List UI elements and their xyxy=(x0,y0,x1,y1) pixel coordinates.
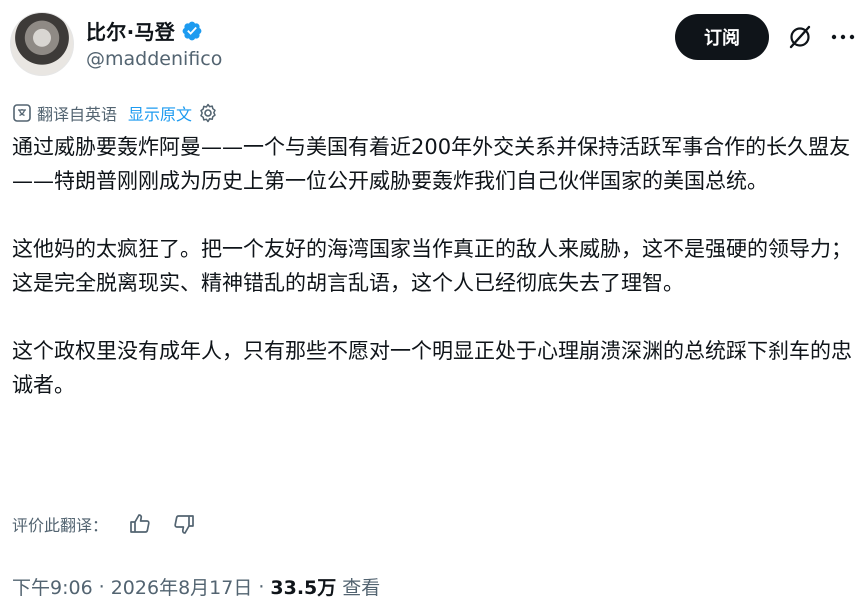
post-paragraph: 通过威胁要轰炸阿曼——一个与美国有着近200年外交关系并保持活跃军事合作的长久盟… xyxy=(12,135,851,193)
translation-notice-text: 翻译自英语 xyxy=(37,105,118,124)
views-label: 查看 xyxy=(342,577,381,599)
author-handle[interactable]: @maddenifico xyxy=(86,48,222,70)
author-display-name[interactable]: 比尔·马登 xyxy=(86,16,175,45)
post-date[interactable]: 2026年8月17日 xyxy=(111,573,253,600)
settings-icon[interactable] xyxy=(197,102,219,124)
rate-translation-label: 评价此翻译： xyxy=(12,516,109,535)
post-time[interactable]: 下午9:06 xyxy=(12,573,93,600)
verified-badge-icon xyxy=(182,21,202,40)
thumbs-up-icon[interactable] xyxy=(128,512,152,536)
post-header: 比尔·马登 @maddenifico 订阅 xyxy=(10,12,857,76)
meta-separator: · xyxy=(258,575,265,598)
rate-translation-row: 评价此翻译： xyxy=(12,512,196,536)
grok-icon[interactable] xyxy=(787,24,813,50)
meta-separator: · xyxy=(98,575,105,598)
post-body: 通过威胁要轰炸阿曼——一个与美国有着近200年外交关系并保持活跃军事合作的长久盟… xyxy=(12,130,862,436)
post-paragraph: 这他妈的太疯狂了。把一个友好的海湾国家当作真正的敌人来威胁，这不是强硬的领导力；… xyxy=(12,237,852,295)
views-count: 33.5万 xyxy=(270,577,337,599)
translate-icon xyxy=(13,104,31,122)
translation-notice: 翻译自英语 显示原文 xyxy=(12,101,219,125)
post-paragraph: 这个政权里没有成年人，只有那些不愿对一个明显正处于心理崩溃深渊的总统踩下刹车的忠… xyxy=(12,339,852,397)
more-icon[interactable] xyxy=(829,24,857,50)
post-meta: 下午9:06 · 2026年8月17日 · 33.5万 查看 xyxy=(12,573,380,600)
subscribe-button[interactable]: 订阅 xyxy=(675,14,769,60)
show-original-link[interactable]: 显示原文 xyxy=(128,101,192,125)
avatar[interactable] xyxy=(10,12,74,76)
author-name-row: 比尔·马登 xyxy=(86,16,203,45)
thumbs-down-icon[interactable] xyxy=(172,512,196,536)
